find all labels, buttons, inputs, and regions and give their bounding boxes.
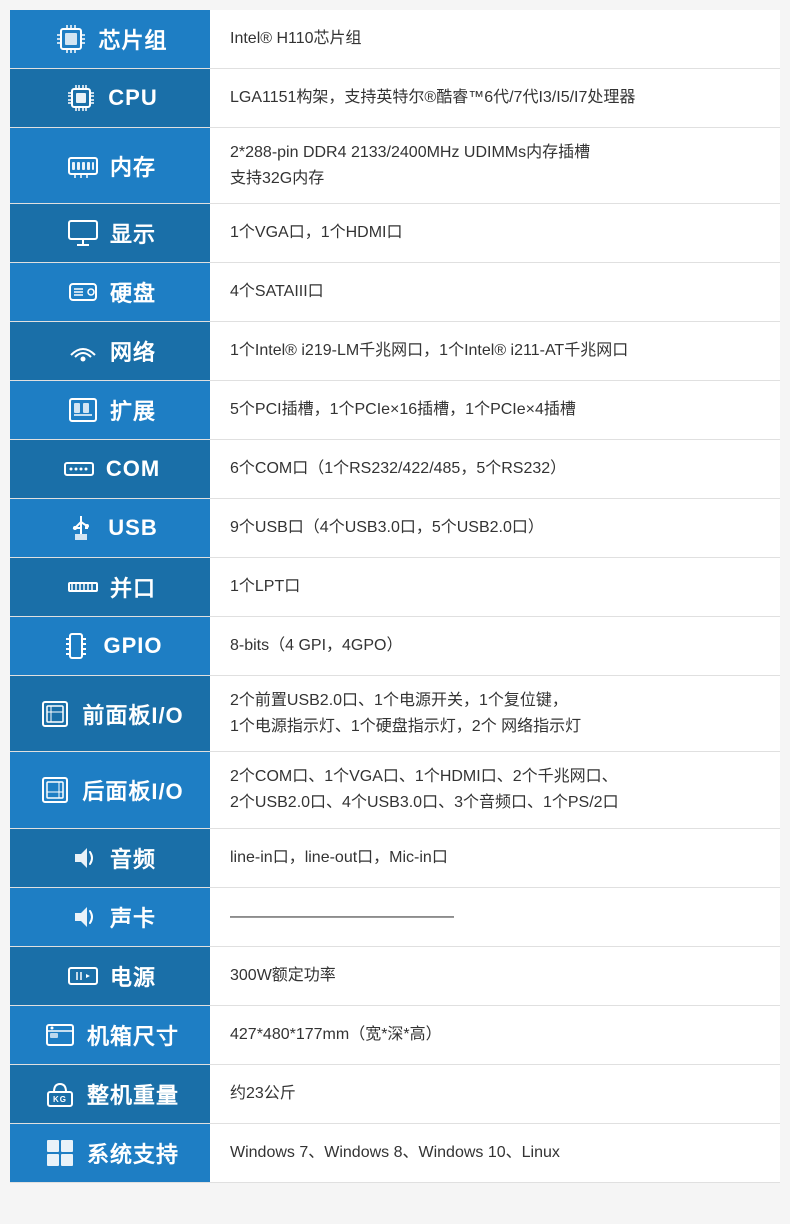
label-cell-memory: 内存 (10, 128, 210, 204)
label-cell-expansion: 扩展 (10, 381, 210, 440)
value-cell-expansion: 5个PCI插槽，1个PCIe×16插槽，1个PCIe×4插槽 (210, 381, 780, 440)
table-row: 硬盘 4个SATAIII口 (10, 263, 780, 322)
gpio-icon (57, 627, 95, 665)
value-cell-chipset: Intel® H110芯片组 (210, 10, 780, 69)
label-cell-front-io: 前面板I/O (10, 676, 210, 752)
com-icon (60, 450, 98, 488)
value-cell-audio: line-in口，line-out口，Mic-in口 (210, 828, 780, 887)
value-cell-hdd: 4个SATAIII口 (210, 263, 780, 322)
table-row: CPU LGA1151构架，支持英特尔®酷睿™6代/7代I3/I5/I7处理器 (10, 69, 780, 128)
label-cell-usb: USB (10, 499, 210, 558)
chipset-icon (52, 20, 90, 58)
memory-icon (64, 147, 102, 185)
usb-icon (62, 509, 100, 547)
value-cell-display: 1个VGA口，1个HDMI口 (210, 204, 780, 263)
table-row: 系统支持 Windows 7、Windows 8、Windows 10、Linux (10, 1123, 780, 1182)
label-cell-chipset: 芯片组 (10, 10, 210, 69)
label-text-power: 电源 (110, 960, 156, 992)
table-row: COM 6个COM口（1个RS232/422/485，5个RS232） (10, 440, 780, 499)
value-cell-parallel: 1个LPT口 (210, 558, 780, 617)
label-text-soundcard: 声卡 (110, 901, 156, 933)
network-icon (64, 332, 102, 370)
label-text-rear-io: 后面板I/O (82, 774, 183, 806)
table-row: 内存 2*288-pin DDR4 2133/2400MHz UDIMMs内存插槽… (10, 128, 780, 204)
table-row: 芯片组 Intel® H110芯片组 (10, 10, 780, 69)
label-cell-audio: 音频 (10, 828, 210, 887)
cpu-icon (62, 79, 100, 117)
label-text-parallel: 并口 (110, 571, 156, 603)
label-text-front-io: 前面板I/O (82, 698, 183, 730)
value-cell-weight: 约23公斤 (210, 1064, 780, 1123)
label-text-chipset: 芯片组 (98, 23, 167, 55)
chassis-icon (41, 1016, 79, 1054)
value-cell-network: 1个Intel® i219-LM千兆网口，1个Intel® i211-AT千兆网… (210, 322, 780, 381)
table-row: 声卡 —————————————— (10, 887, 780, 946)
table-row: 机箱尺寸 427*480*177mm（宽*深*高） (10, 1005, 780, 1064)
svg-text:KG: KG (53, 1095, 67, 1104)
label-text-usb: USB (108, 515, 157, 541)
label-cell-power: 电源 (10, 946, 210, 1005)
value-cell-front-io: 2个前置USB2.0口、1个电源开关，1个复位键，1个电源指示灯、1个硬盘指示灯… (210, 676, 780, 752)
label-text-gpio: GPIO (103, 633, 162, 659)
spec-table: 芯片组 Intel® H110芯片组 CPU LGA1151构架，支持英特尔®酷睿™6… (10, 10, 780, 1183)
table-row: 音频 line-in口，line-out口，Mic-in口 (10, 828, 780, 887)
os-icon (41, 1134, 79, 1172)
label-cell-soundcard: 声卡 (10, 887, 210, 946)
table-row: 前面板I/O 2个前置USB2.0口、1个电源开关，1个复位键，1个电源指示灯、1… (10, 676, 780, 752)
hdd-icon (64, 273, 102, 311)
table-row: 扩展 5个PCI插槽，1个PCIe×16插槽，1个PCIe×4插槽 (10, 381, 780, 440)
table-row: 网络 1个Intel® i219-LM千兆网口，1个Intel® i211-AT千… (10, 322, 780, 381)
label-text-hdd: 硬盘 (110, 276, 156, 308)
table-row: 并口 1个LPT口 (10, 558, 780, 617)
label-cell-rear-io: 后面板I/O (10, 752, 210, 828)
label-text-chassis: 机箱尺寸 (87, 1019, 179, 1051)
label-text-memory: 内存 (110, 150, 156, 182)
audio-icon (64, 839, 102, 877)
parallel-icon (64, 568, 102, 606)
label-cell-hdd: 硬盘 (10, 263, 210, 322)
label-text-audio: 音频 (110, 842, 156, 874)
soundcard-icon (64, 898, 102, 936)
label-text-com: COM (106, 456, 160, 482)
label-text-weight: 整机重量 (87, 1078, 179, 1110)
value-cell-com: 6个COM口（1个RS232/422/485，5个RS232） (210, 440, 780, 499)
value-cell-rear-io: 2个COM口、1个VGA口、1个HDMI口、2个千兆网口、2个USB2.0口、4… (210, 752, 780, 828)
label-text-cpu: CPU (108, 85, 157, 111)
label-text-expansion: 扩展 (110, 394, 156, 426)
front-io-icon (36, 695, 74, 733)
value-cell-memory: 2*288-pin DDR4 2133/2400MHz UDIMMs内存插槽支持… (210, 128, 780, 204)
table-row: GPIO 8-bits（4 GPI，4GPO） (10, 617, 780, 676)
value-cell-cpu: LGA1151构架，支持英特尔®酷睿™6代/7代I3/I5/I7处理器 (210, 69, 780, 128)
label-cell-weight: KG 整机重量 (10, 1064, 210, 1123)
label-cell-com: COM (10, 440, 210, 499)
value-cell-usb: 9个USB口（4个USB3.0口，5个USB2.0口） (210, 499, 780, 558)
value-cell-power: 300W额定功率 (210, 946, 780, 1005)
weight-icon: KG (41, 1075, 79, 1113)
label-cell-os: 系统支持 (10, 1123, 210, 1182)
value-cell-os: Windows 7、Windows 8、Windows 10、Linux (210, 1123, 780, 1182)
value-cell-soundcard: —————————————— (210, 887, 780, 946)
label-cell-cpu: CPU (10, 69, 210, 128)
label-text-os: 系统支持 (87, 1137, 179, 1169)
label-cell-parallel: 并口 (10, 558, 210, 617)
label-cell-gpio: GPIO (10, 617, 210, 676)
table-row: 后面板I/O 2个COM口、1个VGA口、1个HDMI口、2个千兆网口、2个USB… (10, 752, 780, 828)
rear-io-icon (36, 771, 74, 809)
expansion-icon (64, 391, 102, 429)
value-cell-chassis: 427*480*177mm（宽*深*高） (210, 1005, 780, 1064)
table-row: 电源 300W额定功率 (10, 946, 780, 1005)
label-text-network: 网络 (110, 335, 156, 367)
power-icon (64, 957, 102, 995)
value-cell-gpio: 8-bits（4 GPI，4GPO） (210, 617, 780, 676)
label-cell-network: 网络 (10, 322, 210, 381)
table-row: USB 9个USB口（4个USB3.0口，5个USB2.0口） (10, 499, 780, 558)
label-text-display: 显示 (110, 217, 156, 249)
label-cell-display: 显示 (10, 204, 210, 263)
display-icon (64, 214, 102, 252)
label-cell-chassis: 机箱尺寸 (10, 1005, 210, 1064)
table-row: KG 整机重量约23公斤 (10, 1064, 780, 1123)
table-row: 显示 1个VGA口，1个HDMI口 (10, 204, 780, 263)
